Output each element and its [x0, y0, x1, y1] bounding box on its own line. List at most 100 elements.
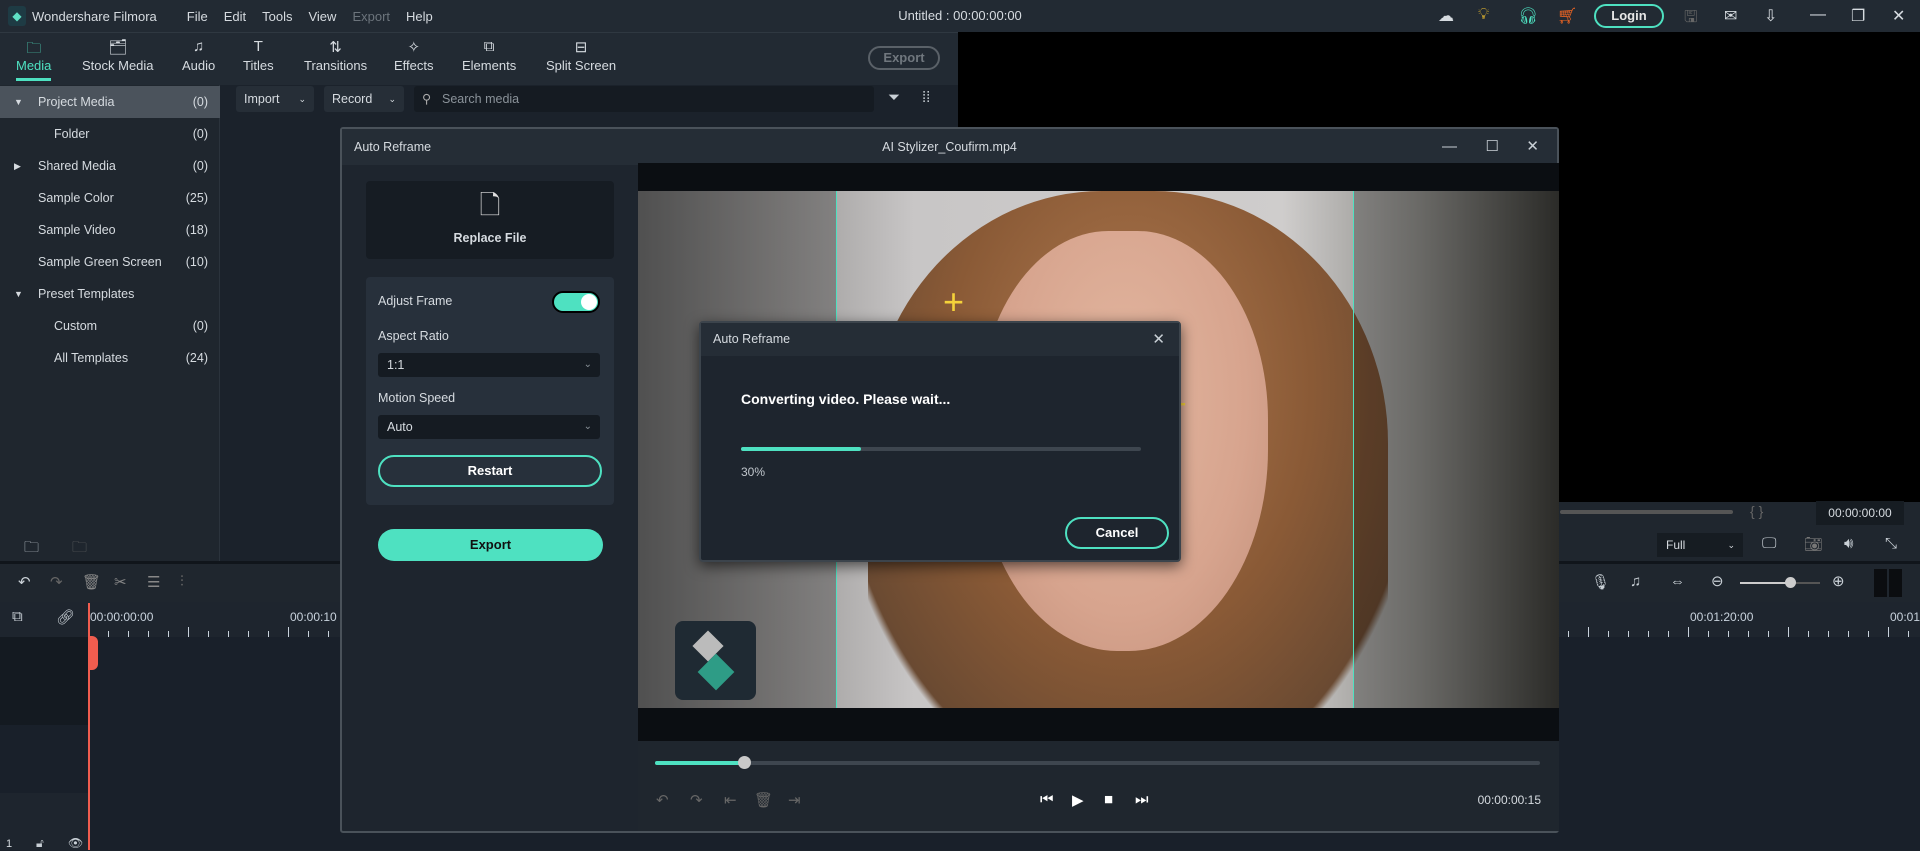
menu-edit[interactable]: Edit	[224, 9, 246, 24]
next-frame-icon[interactable]: ⏭︎	[1135, 791, 1149, 808]
tab-titles[interactable]: T Titles	[243, 38, 274, 73]
ruler-tick	[1828, 631, 1829, 637]
adjust-icon[interactable]: ☰	[147, 573, 160, 591]
tab-split-screen[interactable]: ⊟ Split Screen	[546, 38, 616, 73]
cancel-button[interactable]: Cancel	[1065, 517, 1169, 549]
redo-icon[interactable]: ↷	[50, 573, 63, 591]
tab-elements[interactable]: ⧉ Elements	[462, 38, 516, 73]
audio-wave-icon[interactable]: ⫶	[180, 573, 184, 590]
redo-icon[interactable]: ↷	[690, 791, 703, 809]
restart-button[interactable]: Restart	[378, 455, 602, 487]
login-button[interactable]: Login	[1594, 4, 1664, 28]
tab-media[interactable]: 🗀 Media	[16, 38, 52, 81]
stop-icon[interactable]: ■	[1104, 791, 1113, 808]
sidebar-item-project-media[interactable]: ▼ Project Media (0)	[0, 86, 220, 118]
main-export-button[interactable]: Export	[868, 46, 940, 70]
mail-icon[interactable]: ✉	[1724, 6, 1737, 26]
folder-icon[interactable]: 🗀	[72, 537, 87, 562]
ruler-tick	[1808, 631, 1809, 637]
sidebar-item-custom[interactable]: Custom (0)	[0, 310, 220, 342]
delete-icon[interactable]: 🗑︎	[754, 791, 773, 809]
cut-icon[interactable]: ✂	[114, 573, 127, 591]
import-dropdown[interactable]: Import ⌄	[236, 86, 314, 112]
menu-view[interactable]: View	[308, 9, 336, 24]
save-icon[interactable]: 🖫	[1684, 6, 1698, 33]
close-icon[interactable]: ✕	[1152, 323, 1165, 356]
mark-in-icon[interactable]: ⇤	[724, 791, 737, 809]
sidebar-item-sample-color[interactable]: Sample Color (25)	[0, 182, 220, 214]
undo-icon[interactable]: ↶	[18, 573, 31, 591]
record-dropdown[interactable]: Record ⌄	[324, 86, 404, 112]
quality-dropdown[interactable]: Full ⌄	[1657, 533, 1743, 557]
menu-file[interactable]: File	[187, 9, 208, 24]
grid-view-icon[interactable]: ⁞⁞	[922, 89, 930, 106]
lock-icon[interactable]: 🔓︎	[36, 836, 44, 851]
mark-out-icon[interactable]: ⇥	[788, 791, 801, 809]
cart-icon[interactable]: 🛒︎	[1557, 6, 1577, 26]
download-icon[interactable]: ⇩	[1764, 6, 1777, 26]
seek-knob[interactable]	[737, 756, 751, 769]
motion-speed-label: Motion Speed	[378, 391, 456, 405]
maximize-icon[interactable]: ☐	[1486, 129, 1499, 165]
ruler-tick	[1788, 627, 1789, 637]
ruler-tick	[1608, 631, 1609, 637]
sidebar-item-shared-media[interactable]: ▶ Shared Media (0)	[0, 150, 220, 182]
display-icon[interactable]: 🖵	[1762, 535, 1776, 552]
add-track-icon[interactable]: ⧉	[12, 608, 23, 625]
filter-icon[interactable]: ⏷	[888, 89, 900, 106]
fullscreen-icon[interactable]: ⤡	[1885, 535, 1897, 552]
close-icon[interactable]: ✕	[1892, 6, 1905, 26]
replace-file-button[interactable]: 🗋 Replace File	[366, 181, 614, 259]
new-folder-icon[interactable]: 🗀	[24, 537, 39, 562]
zoom-slider[interactable]	[1740, 577, 1820, 588]
mark-in-out[interactable]: { }	[1750, 503, 1763, 519]
aspect-ratio-select[interactable]: 1:1 ⌄	[378, 353, 600, 377]
reframe-seek-bar[interactable]	[655, 756, 1540, 769]
cloud-icon[interactable]: ☁	[1438, 6, 1454, 26]
minimize-icon[interactable]: —	[1442, 129, 1457, 165]
previous-frame-icon[interactable]: ⏮︎	[1040, 791, 1054, 808]
ruler-tick	[1568, 631, 1569, 637]
text-icon: T	[253, 38, 263, 55]
sidebar-item-sample-green-screen[interactable]: Sample Green Screen (10)	[0, 246, 220, 278]
reframe-export-button[interactable]: Export	[378, 529, 603, 561]
close-icon[interactable]: ✕	[1526, 129, 1539, 165]
volume-icon[interactable]: 🔊︎	[1844, 535, 1853, 552]
link-icon[interactable]: 🔗︎	[56, 608, 75, 626]
undo-icon[interactable]: ↶	[656, 791, 669, 809]
stock-icon: 🗂	[108, 39, 128, 56]
sidebar-item-preset-templates[interactable]: ▼ Preset Templates	[0, 278, 220, 310]
lightbulb-icon[interactable]: 💡︎	[1478, 6, 1489, 24]
fit-icon[interactable]: ⇔	[1670, 573, 1685, 590]
headset-icon[interactable]: 🎧︎	[1518, 6, 1538, 26]
eye-icon[interactable]: 👁︎	[68, 836, 83, 850]
tab-stock-media[interactable]: 🗂 Stock Media	[82, 38, 154, 73]
tab-audio[interactable]: ♫ Audio	[182, 38, 215, 73]
zoom-in-icon[interactable]: ⊕	[1832, 572, 1845, 590]
search-input[interactable]: ⚲ Search media	[414, 86, 874, 112]
ruler-tick	[1648, 631, 1649, 637]
minimize-icon[interactable]: —	[1810, 6, 1826, 24]
snapshot-icon[interactable]: 📷︎	[1804, 535, 1823, 553]
ruler-tick	[1708, 631, 1709, 637]
sidebar-item-sample-video[interactable]: Sample Video (18)	[0, 214, 220, 246]
tab-transitions[interactable]: ⇅ Transitions	[304, 38, 367, 73]
motion-speed-select[interactable]: Auto ⌄	[378, 415, 600, 439]
menu-tools[interactable]: Tools	[262, 9, 292, 24]
play-icon[interactable]: ▶	[1072, 791, 1084, 809]
ruler-tick	[128, 631, 129, 637]
menu-help[interactable]: Help	[406, 9, 433, 24]
playhead-scissor-handle[interactable]	[88, 636, 98, 670]
ruler-tick	[1668, 631, 1669, 637]
delete-icon[interactable]: 🗑︎	[82, 573, 101, 591]
tab-effects[interactable]: ✧ Effects	[394, 38, 434, 73]
zoom-out-icon[interactable]: ⊖	[1711, 572, 1724, 590]
sidebar-item-all-templates[interactable]: All Templates (24)	[0, 342, 220, 374]
preview-scrubber[interactable]	[1560, 510, 1733, 514]
mic-icon[interactable]: 🎙︎	[1591, 573, 1610, 591]
restore-icon[interactable]: ❐	[1851, 6, 1865, 26]
menu-export[interactable]: Export	[352, 9, 390, 24]
adjust-frame-toggle[interactable]	[552, 291, 600, 313]
sidebar-item-folder[interactable]: Folder (0)	[0, 118, 220, 150]
music-list-icon[interactable]: ♫	[1630, 573, 1641, 590]
